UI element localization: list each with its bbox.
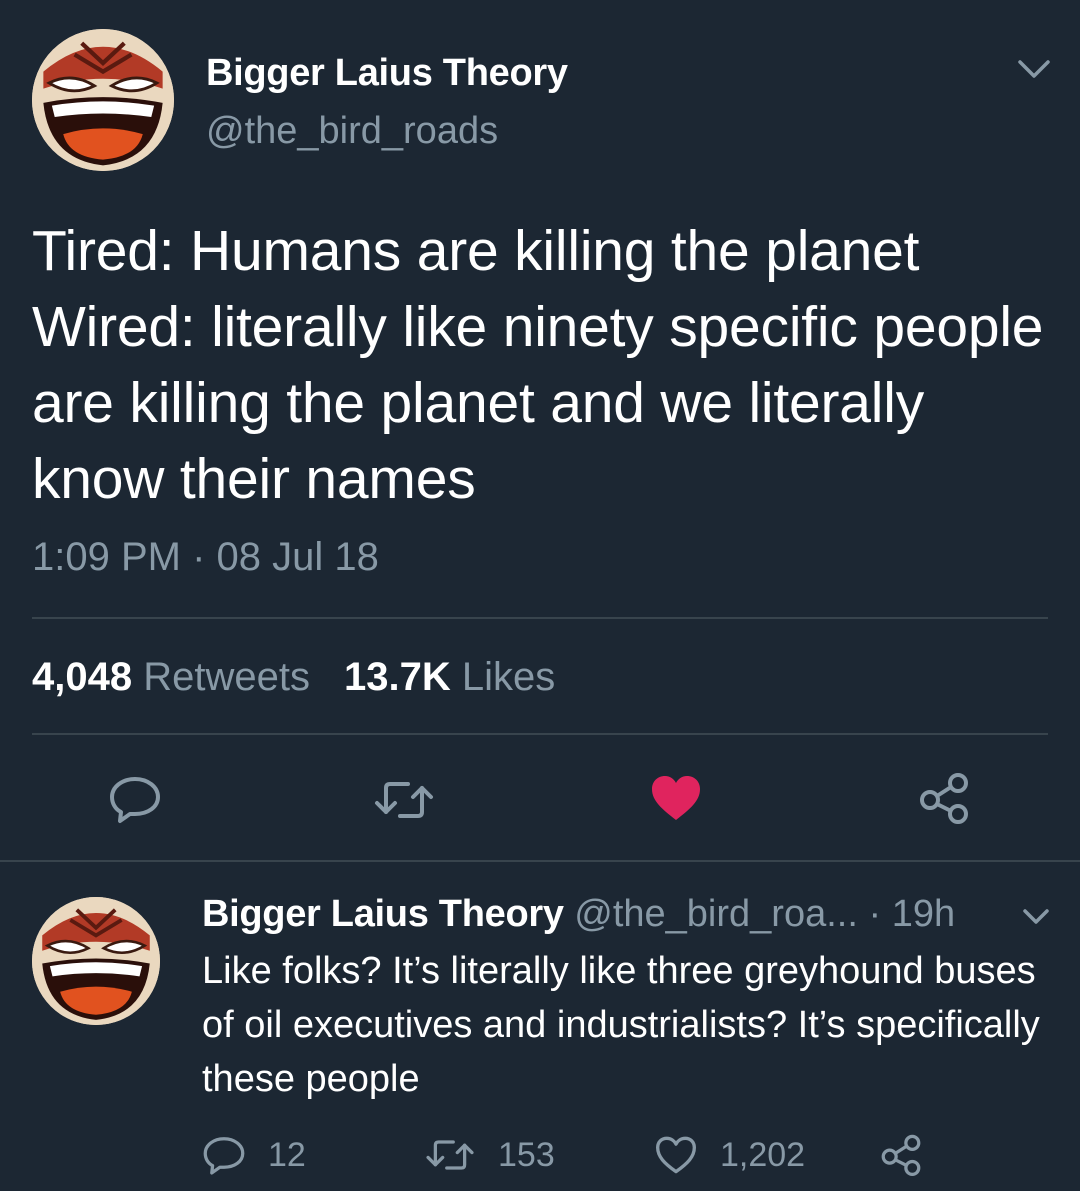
reply-avatar[interactable] [32,897,160,1025]
reply-button[interactable]: 12 [202,1130,306,1180]
likes-count: 13.7K [343,655,451,699]
share-button[interactable] [880,1130,922,1180]
engagement-stats: 4,048 Retweets 13.7K Likes [32,655,555,700]
author-name[interactable]: Bigger Laius Theory [206,52,568,95]
retweets-label: Retweets [143,655,310,699]
tweet-text: Tired: Humans are killing the planet Wir… [32,219,1044,511]
reply-count: 12 [268,1135,306,1174]
chevron-down-icon[interactable] [1016,56,1052,82]
like-button[interactable] [650,774,702,822]
retweet-count: 153 [498,1135,555,1174]
reply-action-bar: 12 153 1,202 [0,1130,1080,1180]
retweet-icon [375,782,433,818]
retweets-stat[interactable]: 4,048 Retweets [32,655,310,699]
reply-age: 19h [891,893,956,935]
retweets-count: 4,048 [32,655,133,699]
share-icon [920,773,968,824]
avatar-image [32,897,160,1025]
likes-label: Likes [461,655,556,699]
heart-outline-icon [656,1136,696,1174]
share-button[interactable] [918,772,970,824]
reply-icon [110,777,160,823]
avatar-image [32,29,174,171]
reply-text: Like folks? It’s literally like three gr… [202,950,1040,1100]
section-divider [0,860,1080,862]
tweet-timestamp: 1:09 PM · 08 Jul 18 [32,535,379,579]
retweet-button[interactable]: 153 [424,1130,555,1180]
heart-filled-icon [652,776,700,820]
retweet-button[interactable] [372,778,436,822]
retweet-icon [426,1140,474,1170]
divider [32,733,1048,735]
reply-icon [203,1137,245,1175]
likes-stat[interactable]: 13.7K Likes [344,655,555,699]
like-count: 1,202 [720,1135,806,1174]
reply-author-handle[interactable]: @the_bird_roa... [574,893,858,935]
divider [32,617,1048,619]
reply-header: Bigger Laius Theory @the_bird_roa... · 1… [202,893,1002,936]
like-button[interactable]: 1,202 [654,1130,805,1180]
author-handle[interactable]: @the_bird_roads [206,110,498,153]
separator-dot: · [868,893,882,935]
main-tweet: Bigger Laius Theory @the_bird_roads Tire… [0,0,1080,862]
chevron-down-icon[interactable] [1020,906,1052,928]
tweet-detail-screen: Bigger Laius Theory @the_bird_roads Tire… [0,0,1080,1191]
reply-author-name[interactable]: Bigger Laius Theory [202,893,564,935]
avatar[interactable] [32,29,174,171]
reply-button[interactable] [108,774,162,824]
share-icon [881,1134,921,1176]
